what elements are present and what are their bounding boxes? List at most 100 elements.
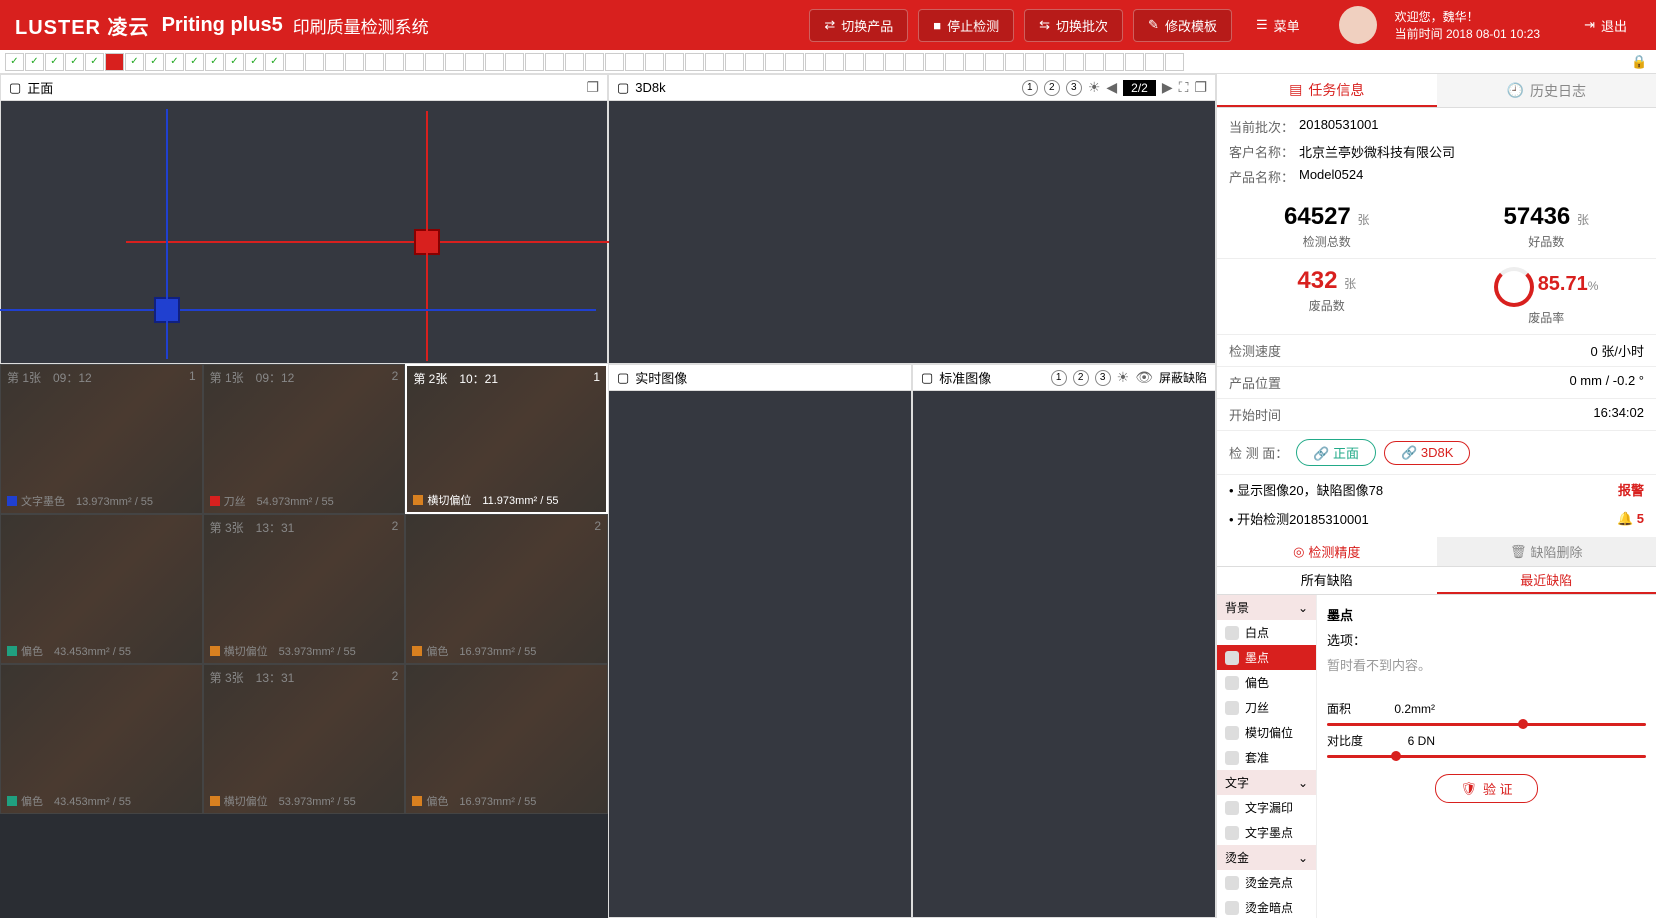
status-cell[interactable]: ✓ xyxy=(205,53,224,71)
contrast-track[interactable] xyxy=(1327,755,1646,758)
status-cell[interactable]: ✓ xyxy=(165,53,184,71)
defect-group-text[interactable]: 文字⌄ xyxy=(1217,770,1316,795)
status-cell[interactable] xyxy=(585,53,604,71)
status-cell[interactable] xyxy=(1045,53,1064,71)
verify-button[interactable]: 🛡验 证 xyxy=(1435,774,1537,803)
tab-task-info[interactable]: ▤任务信息 xyxy=(1217,74,1437,107)
avatar[interactable] xyxy=(1339,6,1377,44)
defect-thumbnail[interactable]: 第 2张 10：211 横切偏位 11.973mm² / 55 xyxy=(405,364,608,514)
copy-icon[interactable]: ❐ xyxy=(1194,79,1207,96)
status-cell[interactable] xyxy=(745,53,764,71)
defect-item-text-ink[interactable]: 文字墨点 xyxy=(1217,820,1316,845)
defect-group-foil[interactable]: 烫金⌄ xyxy=(1217,845,1316,870)
defect-item-ink[interactable]: 墨点 xyxy=(1217,645,1316,670)
zoom-1-icon[interactable]: 1 xyxy=(1051,370,1067,386)
status-cell[interactable] xyxy=(765,53,784,71)
eye-icon[interactable]: 👁 xyxy=(1135,369,1153,386)
defect-item-text-miss[interactable]: 文字漏印 xyxy=(1217,795,1316,820)
status-cell[interactable] xyxy=(505,53,524,71)
status-cell[interactable] xyxy=(1105,53,1124,71)
defect-thumbnail[interactable]: 偏色 43.453mm² / 55 xyxy=(0,514,203,664)
status-cell[interactable] xyxy=(545,53,564,71)
zoom-3-icon[interactable]: 3 xyxy=(1095,370,1111,386)
defect-thumbnail[interactable]: 偏色 43.453mm² / 55 xyxy=(0,664,203,814)
defect-item-foil-dark[interactable]: 烫金暗点 xyxy=(1217,895,1316,918)
defect-thumbnail[interactable]: 第 1张 09：121 文字墨色 13.973mm² / 55 xyxy=(0,364,203,514)
standard-canvas[interactable] xyxy=(913,391,1215,917)
brightness-icon[interactable]: ☀ xyxy=(1088,79,1101,96)
defect-thumbnail[interactable]: 2 偏色 16.973mm² / 55 xyxy=(405,514,608,664)
defect-item-diecut[interactable]: 模切偏位 xyxy=(1217,720,1316,745)
status-cell[interactable]: ✓ xyxy=(5,53,24,71)
status-cell[interactable] xyxy=(685,53,704,71)
status-cell[interactable] xyxy=(605,53,624,71)
front-canvas[interactable] xyxy=(1,101,607,363)
realtime-canvas[interactable] xyxy=(609,391,911,917)
defect-thumbnail[interactable]: 第 3张 13：312 横切偏位 53.973mm² / 55 xyxy=(203,664,406,814)
defect-tab-recent[interactable]: 最近缺陷 xyxy=(1437,567,1656,594)
status-cell[interactable] xyxy=(1145,53,1164,71)
switch-product-button[interactable]: ⇄切换产品 xyxy=(809,9,908,42)
status-cell[interactable] xyxy=(425,53,444,71)
zoom-1-icon[interactable]: 1 xyxy=(1022,80,1038,96)
prev-icon[interactable]: ◀ xyxy=(1106,79,1117,96)
status-cell[interactable] xyxy=(885,53,904,71)
status-cell[interactable] xyxy=(645,53,664,71)
status-cell[interactable] xyxy=(345,53,364,71)
status-cell[interactable] xyxy=(845,53,864,71)
status-cell[interactable] xyxy=(1125,53,1144,71)
modify-template-button[interactable]: ✎修改模板 xyxy=(1133,9,1232,42)
tab-history[interactable]: 🕘历史日志 xyxy=(1437,74,1656,107)
status-cell[interactable]: ✓ xyxy=(145,53,164,71)
hide-defect-label[interactable]: 屏蔽缺陷 xyxy=(1159,369,1207,386)
status-cell[interactable] xyxy=(325,53,344,71)
status-cell[interactable] xyxy=(1005,53,1024,71)
contrast-slider[interactable]: 对比度 6 DN xyxy=(1327,726,1646,755)
status-cell[interactable] xyxy=(825,53,844,71)
subtab-delete[interactable]: 🗑缺陷删除 xyxy=(1437,537,1656,566)
status-cell[interactable] xyxy=(925,53,944,71)
defect-item-foil-bright[interactable]: 烫金亮点 xyxy=(1217,870,1316,895)
zoom-2-icon[interactable]: 2 xyxy=(1073,370,1089,386)
status-cell[interactable] xyxy=(1065,53,1084,71)
fullscreen-icon[interactable]: ⛶ xyxy=(1179,79,1189,96)
defect-item-knife[interactable]: 刀丝 xyxy=(1217,695,1316,720)
defect-item-register[interactable]: 套准 xyxy=(1217,745,1316,770)
status-cell[interactable]: ✓ xyxy=(25,53,44,71)
brightness-icon[interactable]: ☀ xyxy=(1117,369,1130,386)
area-track[interactable] xyxy=(1327,723,1646,726)
status-cell[interactable] xyxy=(465,53,484,71)
status-cell[interactable] xyxy=(985,53,1004,71)
zoom-2-icon[interactable]: 2 xyxy=(1044,80,1060,96)
status-cell[interactable] xyxy=(705,53,724,71)
subtab-precision[interactable]: ◎检测精度 xyxy=(1217,537,1437,566)
status-cell[interactable] xyxy=(805,53,824,71)
defect-thumbnail[interactable]: 第 3张 13：312 横切偏位 53.973mm² / 55 xyxy=(203,514,406,664)
next-icon[interactable]: ▶ xyxy=(1162,79,1173,96)
defect-tab-all[interactable]: 所有缺陷 xyxy=(1217,567,1437,594)
status-cell[interactable] xyxy=(445,53,464,71)
status-cell[interactable]: ✓ xyxy=(65,53,84,71)
status-cell[interactable]: ✓ xyxy=(245,53,264,71)
stop-detect-button[interactable]: ■停止检测 xyxy=(918,9,1014,42)
zoom-3-icon[interactable]: 3 xyxy=(1066,80,1082,96)
copy-icon[interactable]: ❐ xyxy=(586,79,599,96)
defect-thumbnail[interactable]: 偏色 16.973mm² / 55 xyxy=(405,664,608,814)
face-front-button[interactable]: 🔗 正面 xyxy=(1296,439,1376,466)
status-cell[interactable]: ✓ xyxy=(225,53,244,71)
lock-icon[interactable]: 🔒 xyxy=(1631,54,1651,70)
defect-group-bg[interactable]: 背景⌄ xyxy=(1217,595,1316,620)
status-cell[interactable]: ✓ xyxy=(85,53,104,71)
status-cell[interactable]: ✓ xyxy=(45,53,64,71)
status-cell-active[interactable] xyxy=(105,53,124,71)
status-cell[interactable] xyxy=(625,53,644,71)
status-cell[interactable]: ✓ xyxy=(125,53,144,71)
status-cell[interactable]: ✓ xyxy=(185,53,204,71)
status-cell[interactable] xyxy=(725,53,744,71)
defect-item-color[interactable]: 偏色 xyxy=(1217,670,1316,695)
face-3d-button[interactable]: 🔗 3D8K xyxy=(1384,441,1470,465)
status-cell[interactable] xyxy=(1025,53,1044,71)
area-slider[interactable]: 面积 0.2mm² xyxy=(1327,694,1646,723)
status-cell[interactable] xyxy=(665,53,684,71)
status-cell[interactable] xyxy=(905,53,924,71)
